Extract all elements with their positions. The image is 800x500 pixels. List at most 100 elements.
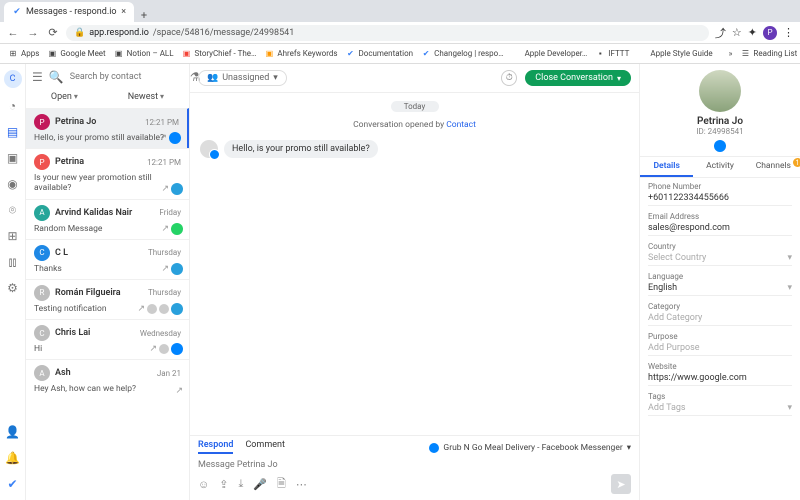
channel-selector[interactable]: Grub N Go Meal Delivery - Facebook Messe… (429, 443, 631, 453)
messages-icon[interactable]: ▤ (5, 124, 21, 140)
chevron-down-icon: ▾ (787, 253, 792, 263)
bookmark-item[interactable]: ✔Changelog | respo… (421, 49, 503, 59)
more-icon[interactable]: ⋯ (296, 478, 307, 491)
field-value[interactable]: https://www.google.com (648, 371, 792, 386)
conversation-item[interactable]: P Petrina Jo 12:21 PM Hello, is your pro… (26, 108, 189, 148)
detail-field[interactable]: Purpose Add Purpose (648, 332, 792, 356)
bookmark-item[interactable]: Apple Developer… (512, 49, 588, 59)
status-filter[interactable]: Open (51, 92, 78, 102)
tg-channel-icon (171, 263, 183, 275)
star-icon[interactable]: ☆ (732, 26, 742, 39)
share-icon[interactable]: ⤴ (715, 25, 726, 41)
new-tab-button[interactable]: + (134, 9, 154, 22)
conversation-item[interactable]: A Ash Jan 21 Hey Ash, how can we help? ↗ (26, 359, 189, 399)
bookmark-item[interactable]: Apple Style Guide (637, 49, 712, 59)
tab-activity[interactable]: Activity (693, 157, 746, 177)
brand-icon[interactable]: ✔ (5, 476, 21, 492)
close-conversation-button[interactable]: Close Conversation (525, 70, 631, 86)
forward-button[interactable]: → (26, 26, 40, 39)
profile-avatar[interactable]: P (763, 26, 777, 40)
field-value[interactable]: sales@respond.com (648, 221, 792, 236)
contacts-icon[interactable]: ▣ (5, 150, 21, 166)
field-value[interactable]: Add Tags ▾ (648, 401, 792, 416)
field-value[interactable]: +601122334455666 (648, 191, 792, 206)
bookmark-item[interactable]: ▣Google Meet (47, 49, 105, 59)
conversation-item[interactable]: R Román Filgueira Thursday Testing notif… (26, 279, 189, 319)
bookmark-item[interactable]: ▣Ahrefs Keywords (264, 49, 337, 59)
field-label: Email Address (648, 212, 792, 221)
search-input[interactable] (70, 72, 184, 82)
detail-field[interactable]: Website https://www.google.com (648, 362, 792, 386)
bookmark-overflow[interactable]: » (729, 49, 733, 58)
conversation-item[interactable]: P Petrina 12:21 PM Is your new year prom… (26, 148, 189, 198)
file-icon[interactable]: ⤓ (238, 477, 243, 491)
messenger-icon (714, 140, 726, 152)
reading-list-button[interactable]: ☰Reading List (740, 49, 797, 59)
detail-field[interactable]: Tags Add Tags ▾ (648, 392, 792, 416)
conversation-item[interactable]: C C L Thursday Thanks ↗ (26, 239, 189, 279)
detail-field[interactable]: Category Add Category (648, 302, 792, 326)
workflows-icon[interactable]: ⌾ (5, 202, 21, 218)
back-button[interactable]: ← (6, 26, 20, 39)
timestamp: Wednesday (140, 329, 181, 338)
conversation-item[interactable]: A Arvind Kalidas Nair Friday Random Mess… (26, 199, 189, 239)
bookmark-item[interactable]: ▣Notion – ALL (114, 49, 174, 59)
snooze-button[interactable]: ⏱ (501, 70, 517, 86)
user-icon[interactable]: 👤 (5, 424, 21, 440)
reload-button[interactable]: ⟳ (46, 26, 60, 39)
outbound-icon: ↗ (161, 184, 169, 194)
chevron-down-icon: ▾ (627, 443, 631, 453)
bookmark-item[interactable]: ✔Documentation (346, 49, 414, 59)
contact-details-panel: Petrina Jo ID: 24998541 Details Activity… (640, 64, 800, 500)
notifications-icon[interactable]: 🔔 (5, 450, 21, 466)
settings-icon[interactable]: ⚙ (5, 280, 21, 296)
field-value[interactable]: Add Purpose (648, 341, 792, 356)
field-value[interactable]: English ▾ (648, 281, 792, 296)
apps-bookmark[interactable]: ⊞Apps (8, 49, 39, 59)
detail-field[interactable]: Email Address sales@respond.com (648, 212, 792, 236)
outbound-icon: ↗ (137, 304, 145, 314)
bookmark-item[interactable]: ▪IFTTT (595, 49, 629, 59)
contact-avatar: P (34, 154, 50, 170)
url-host: app.respond.io (89, 28, 149, 38)
tab-channels[interactable]: Channels (747, 157, 800, 177)
detail-field[interactable]: Country Select Country ▾ (648, 242, 792, 266)
address-bar[interactable]: 🔒 app.respond.io/space/54816/message/249… (66, 25, 709, 41)
attach-icon[interactable]: ⇪ (219, 478, 228, 491)
tab-details[interactable]: Details (640, 157, 693, 177)
tab-respond[interactable]: Respond (198, 440, 233, 454)
send-button[interactable]: ➤ (611, 474, 631, 494)
conversation-item[interactable]: C Chris Lai Wednesday Hi ↗ (26, 319, 189, 359)
detail-field[interactable]: Language English ▾ (648, 272, 792, 296)
contact-avatar: A (34, 205, 50, 221)
sort-filter[interactable]: Newest (128, 92, 164, 102)
contact-avatar[interactable] (699, 70, 741, 112)
fb-channel-icon (169, 132, 181, 144)
inbox-toggle-icon[interactable]: ☰ (32, 70, 43, 84)
message-input[interactable] (198, 456, 631, 474)
snippet-icon[interactable]: 🗎 (277, 475, 286, 494)
contact-link[interactable]: Contact (446, 120, 476, 130)
field-value[interactable]: Select Country ▾ (648, 251, 792, 266)
reports-icon[interactable]: ⫾⫾ (5, 254, 21, 270)
outbound-icon: ↗ (161, 264, 169, 274)
close-tab-icon[interactable]: × (121, 7, 126, 17)
broadcast-icon[interactable]: ◉ (5, 176, 21, 192)
dashboard-icon[interactable]: ◔ (5, 98, 21, 114)
detail-field[interactable]: Phone Number +601122334455666 (648, 182, 792, 206)
network-icon[interactable]: ⊞ (5, 228, 21, 244)
fb-channel-icon (171, 343, 183, 355)
org-switcher[interactable]: C (4, 70, 22, 88)
voice-icon[interactable]: 🎤 (253, 478, 267, 491)
assignee-dropdown[interactable]: Unassigned▾ (198, 70, 287, 86)
message-bubble: Hello, is your promo still available? (224, 140, 378, 158)
bookmark-item[interactable]: ▣StoryChief - The… (182, 49, 257, 59)
emoji-icon[interactable]: ☺ (198, 478, 209, 491)
date-divider: Today (391, 101, 439, 112)
field-value[interactable]: Add Category (648, 311, 792, 326)
tab-comment[interactable]: Comment (245, 440, 284, 454)
outbound-icon: ↗ (175, 386, 183, 396)
browser-tab[interactable]: ✔ Messages - respond.io × (4, 2, 134, 22)
kebab-menu-icon[interactable]: ⋮ (783, 26, 794, 39)
extensions-icon[interactable]: ✦ (748, 26, 757, 39)
